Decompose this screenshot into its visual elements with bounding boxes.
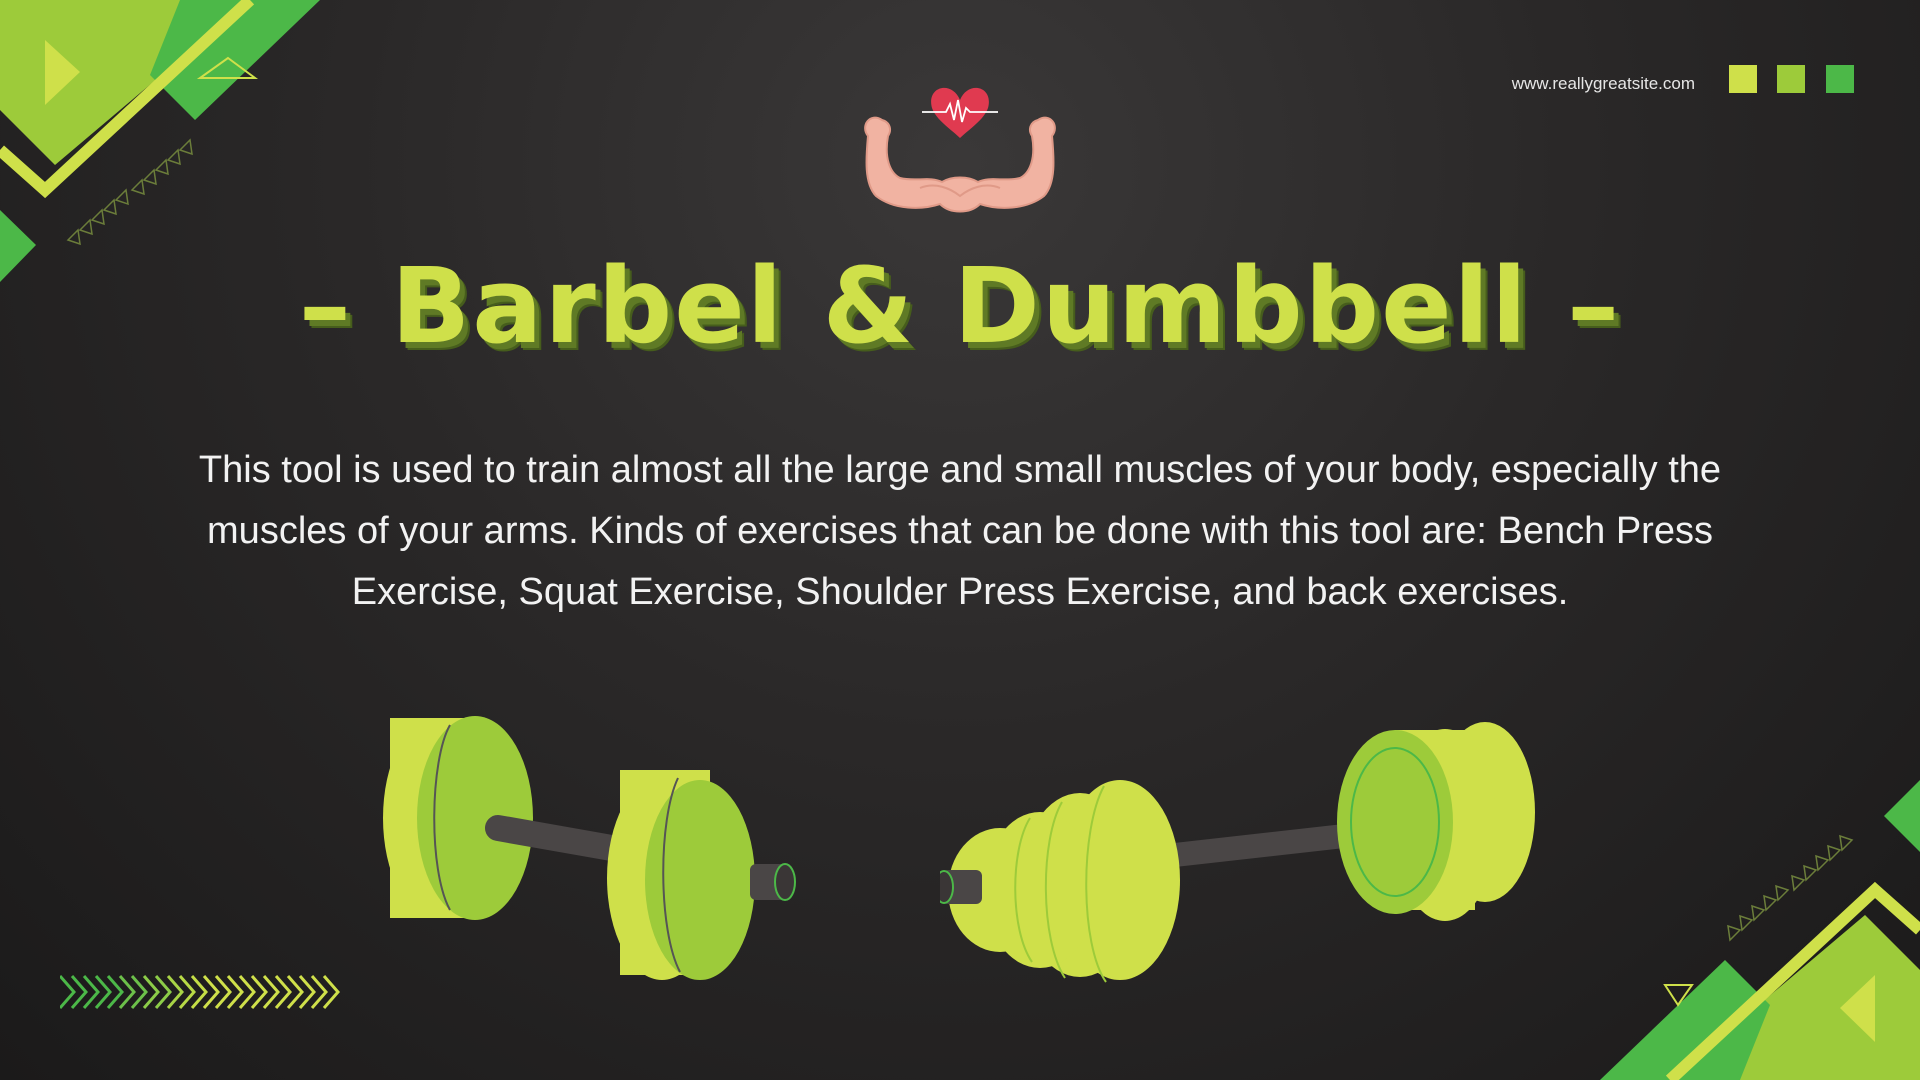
corner-decoration-bottom-right — [1600, 780, 1920, 1080]
barbell-icon — [383, 716, 796, 980]
website-url[interactable]: www.reallygreatsite.com — [1440, 74, 1695, 94]
page-title: – Barbel & Dumbbell – — [298, 245, 1622, 367]
square-accent-1 — [1729, 65, 1757, 93]
square-accent-3 — [1826, 65, 1854, 93]
flexed-arms-heart-icon — [864, 87, 1056, 213]
description-text: This tool is used to train almost all th… — [198, 449, 1722, 613]
chevron-arrows-icon — [60, 975, 340, 1009]
square-accent-2 — [1777, 65, 1805, 93]
dumbbell-icon — [940, 722, 1535, 983]
